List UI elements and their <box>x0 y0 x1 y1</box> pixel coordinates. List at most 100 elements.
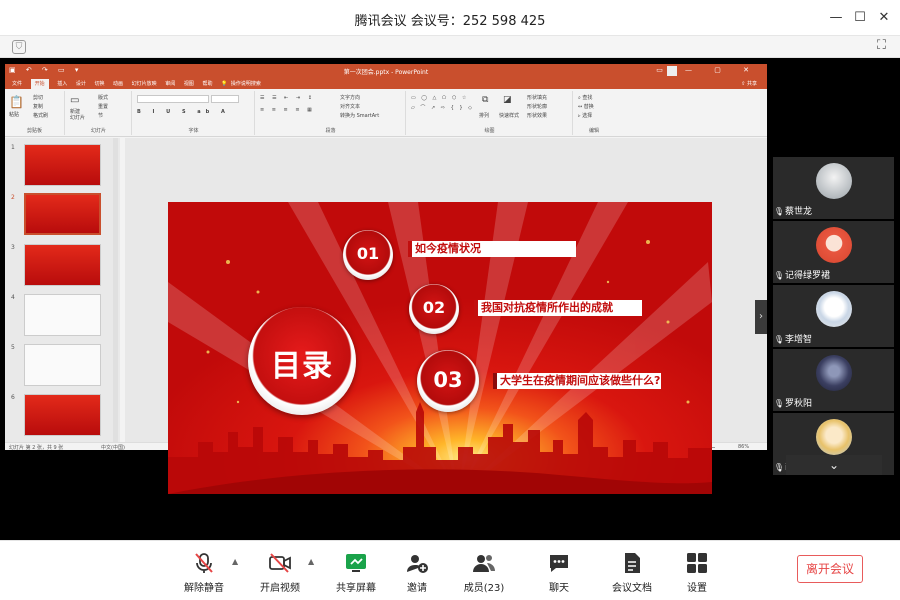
quick-styles-icon[interactable]: ◪ <box>503 95 512 105</box>
paste-icon[interactable]: 📋 <box>9 95 24 109</box>
reset-button[interactable]: 重置 <box>98 103 108 110</box>
participant-tile[interactable]: 🎙蔡世龙 <box>773 157 894 219</box>
ppt-tab-file[interactable]: 文件 <box>12 80 22 87</box>
format-painter-button[interactable]: 格式刷 <box>33 112 48 119</box>
participant-tile[interactable]: 🎙iiiiii ⌄ <box>773 413 894 475</box>
settings-grid-icon <box>687 553 707 573</box>
chat-icon <box>550 555 568 572</box>
avatar <box>816 419 852 455</box>
replace-button[interactable]: ↔ 替换 <box>578 103 594 110</box>
lightbulb-icon: 💡 <box>221 81 228 87</box>
font-format-icons[interactable]: B I U S ab A <box>137 109 230 115</box>
ppt-tab-home[interactable]: 开始 <box>30 79 49 89</box>
slide-thumbnail-5[interactable] <box>24 344 101 386</box>
ppt-share-label: 共享 <box>746 81 757 87</box>
ppt-tab-view[interactable]: 视图 <box>184 80 194 87</box>
slide-title: 目录 <box>271 349 333 384</box>
video-options-caret[interactable]: ▲ <box>308 557 314 566</box>
members-label: 成员(23) <box>463 583 505 594</box>
align-text-button[interactable]: 对齐文本 <box>340 103 360 110</box>
members-button[interactable]: 成员(23) <box>449 551 519 595</box>
leave-meeting-button[interactable]: 离开会议 <box>797 555 863 583</box>
font-size-field[interactable] <box>211 95 239 103</box>
ribbon-group-font: B I U S ab A 字体 <box>133 91 255 135</box>
shape-effects-button[interactable]: 形状效果 <box>527 112 547 119</box>
participant-name: 🎙记得绿罗裙 <box>773 269 830 283</box>
chat-button[interactable]: 聊天 <box>524 551 594 595</box>
audio-options-caret[interactable]: ▲ <box>232 557 238 566</box>
paste-button[interactable]: 粘贴 <box>9 111 19 118</box>
ppt-window-controls[interactable]: ▭ — ▢ ✕ <box>656 66 759 74</box>
participant-name: 🎙罗秋阳 <box>773 397 812 411</box>
align-icons[interactable]: ≡ ≡ ≡ ≡ ▦ <box>260 107 315 113</box>
find-button[interactable]: ⌕ 查找 <box>578 94 592 101</box>
collapse-participants-arrow[interactable]: › <box>755 300 767 334</box>
share-screen-button[interactable]: 共享屏幕 <box>321 551 391 595</box>
arrange-icon[interactable]: ⧉ <box>482 95 488 105</box>
slide-number: 5 <box>11 344 15 351</box>
slide-thumbnail-6[interactable] <box>24 394 101 436</box>
ppt-tab-help[interactable]: 帮助 <box>202 80 212 87</box>
slide-thumbnail-4[interactable] <box>24 294 101 336</box>
meeting-docs-button[interactable]: 会议文档 <box>597 551 667 595</box>
ppt-tab-design[interactable]: 设计 <box>76 80 86 87</box>
participant-tile[interactable]: 🎙李增智 <box>773 285 894 347</box>
participant-video-list: 🎙蔡世龙 🎙记得绿罗裙 🎙李增智 🎙罗秋阳 🎙iiiiii ⌄ <box>773 157 894 479</box>
copy-button[interactable]: 复制 <box>33 103 43 110</box>
fullscreen-icon[interactable]: ⛶ <box>877 38 886 53</box>
slide-thumbnail-1[interactable] <box>24 144 101 186</box>
shape-outline-button[interactable]: 形状轮廓 <box>527 103 547 110</box>
ppt-tab-transitions[interactable]: 切换 <box>94 80 104 87</box>
ppt-tab-review[interactable]: 审阅 <box>165 80 175 87</box>
arrange-button[interactable]: 排列 <box>479 112 489 119</box>
close-button[interactable]: ✕ <box>874 8 894 28</box>
slide-thumbnail-2[interactable] <box>24 193 101 235</box>
ribbon-group-drawing: ▭ ◯ △ ⬠ ⬡ ☆ ▱ ⌒ ↗ ⇨ { } ◇ ⧉ 排列 ◪ 快速样式 形状… <box>407 91 573 135</box>
select-button[interactable]: ▹ 选择 <box>578 112 592 119</box>
cut-button[interactable]: 剪切 <box>33 94 43 101</box>
security-shield-icon[interactable]: ⛉ <box>12 40 26 54</box>
start-video-button[interactable]: 开启视频 <box>245 551 315 595</box>
minimize-button[interactable]: — <box>826 8 846 28</box>
section-button[interactable]: 节 <box>98 112 103 119</box>
meeting-docs-label: 会议文档 <box>612 583 652 594</box>
font-name-field[interactable] <box>137 95 209 103</box>
layout-button[interactable]: 版式 <box>98 94 108 101</box>
toc-number-2: 02 <box>422 298 446 317</box>
ppt-tab-insert[interactable]: 插入 <box>57 80 67 87</box>
unmute-button[interactable]: 解除静音 <box>169 551 239 595</box>
slide-thumbnail-3[interactable] <box>24 244 101 286</box>
invite-button[interactable]: 邀请 <box>382 551 452 595</box>
text-direction-button[interactable]: 文字方向 <box>340 94 360 101</box>
start-video-label: 开启视频 <box>260 583 300 594</box>
mic-muted-icon: 🎙 <box>773 399 785 408</box>
ppt-file-title: 第一次团会.pptx - PowerPoint <box>343 69 429 76</box>
thumbnails-scrollbar[interactable] <box>113 138 118 442</box>
participant-name-text: 李增智 <box>785 335 813 345</box>
quick-styles-button[interactable]: 快速样式 <box>499 112 519 119</box>
settings-button[interactable]: 设置 <box>662 551 732 595</box>
maximize-button[interactable]: ☐ <box>850 8 870 28</box>
ppt-ribbon-tabs: 文件 开始 插入 设计 切换 动画 幻灯片放映 审阅 视图 帮助 💡 操作说明搜… <box>5 78 767 89</box>
participant-tile[interactable]: 🎙记得绿罗裙 <box>773 221 894 283</box>
scroll-down-chevron-icon[interactable]: ⌄ <box>786 455 882 475</box>
ppt-tab-animations[interactable]: 动画 <box>113 80 123 87</box>
ppt-share-button[interactable]: ⇧ 共享 <box>741 80 757 87</box>
new-slide-icon[interactable]: ▭ <box>70 95 79 106</box>
participant-tile[interactable]: 🎙罗秋阳 <box>773 349 894 411</box>
list-icons[interactable]: ☰ ☰ ⇤ ⇥ ↕ <box>260 95 315 101</box>
shapes-gallery-icons-2[interactable]: ▱ ⌒ ↗ ⇨ { } ◇ <box>411 104 474 111</box>
avatar <box>816 355 852 391</box>
avatar <box>816 227 852 263</box>
unmute-label: 解除静音 <box>184 583 224 594</box>
ribbon-label-clipboard: 剪贴板 <box>26 128 42 134</box>
shapes-gallery-icons[interactable]: ▭ ◯ △ ⬠ ⬡ ☆ <box>411 95 468 101</box>
mic-muted-icon: 🎙 <box>773 207 785 216</box>
participant-name: 🎙蔡世龙 <box>773 205 812 219</box>
select-label: 选择 <box>582 113 593 119</box>
shape-fill-button[interactable]: 形状填充 <box>527 94 547 101</box>
ppt-tell-me[interactable]: 操作说明搜索 <box>231 80 261 87</box>
ppt-tab-slideshow[interactable]: 幻灯片放映 <box>132 80 157 87</box>
new-slide-button[interactable]: 新建 幻灯片 <box>70 109 92 121</box>
smartart-button[interactable]: 转换为 SmartArt <box>340 112 379 119</box>
